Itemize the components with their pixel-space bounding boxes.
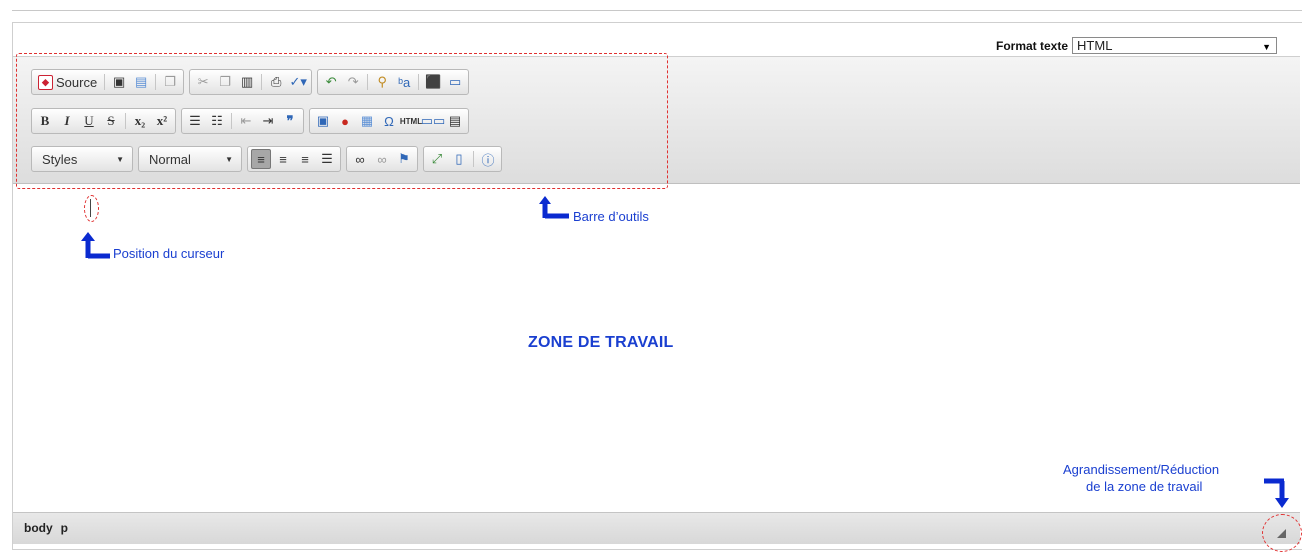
format-label: Format texte bbox=[996, 38, 1069, 53]
toolbar-annotation: Barre d’outils bbox=[573, 209, 649, 224]
path-item-body[interactable]: body bbox=[24, 521, 53, 535]
resize-arrow-icon bbox=[1264, 478, 1289, 508]
work-zone-label: ZONE DE TRAVAIL bbox=[528, 334, 674, 351]
cursor-arrow-icon bbox=[81, 232, 110, 259]
toolbar-highlight bbox=[16, 53, 668, 189]
resize-annotation-line2: de la zone de travail bbox=[1086, 479, 1203, 494]
format-select[interactable]: HTML ▼ bbox=[1072, 37, 1278, 54]
cursor-annotation: Position du curseur bbox=[113, 246, 225, 261]
path-item-p[interactable]: p bbox=[61, 521, 68, 535]
top-divider bbox=[12, 10, 1302, 11]
element-path: body p bbox=[24, 521, 68, 535]
status-bar bbox=[13, 512, 1300, 544]
resize-highlight bbox=[1262, 514, 1302, 552]
format-texte: Format texte HTML ▼ bbox=[996, 37, 1278, 54]
dropdown-arrow-icon: ▼ bbox=[1262, 42, 1272, 52]
cursor-highlight bbox=[84, 195, 99, 222]
toolbar-arrow-icon bbox=[539, 196, 569, 219]
format-value: HTML bbox=[1077, 38, 1113, 53]
resize-annotation-line1: Agrandissement/Réduction bbox=[1063, 462, 1220, 477]
